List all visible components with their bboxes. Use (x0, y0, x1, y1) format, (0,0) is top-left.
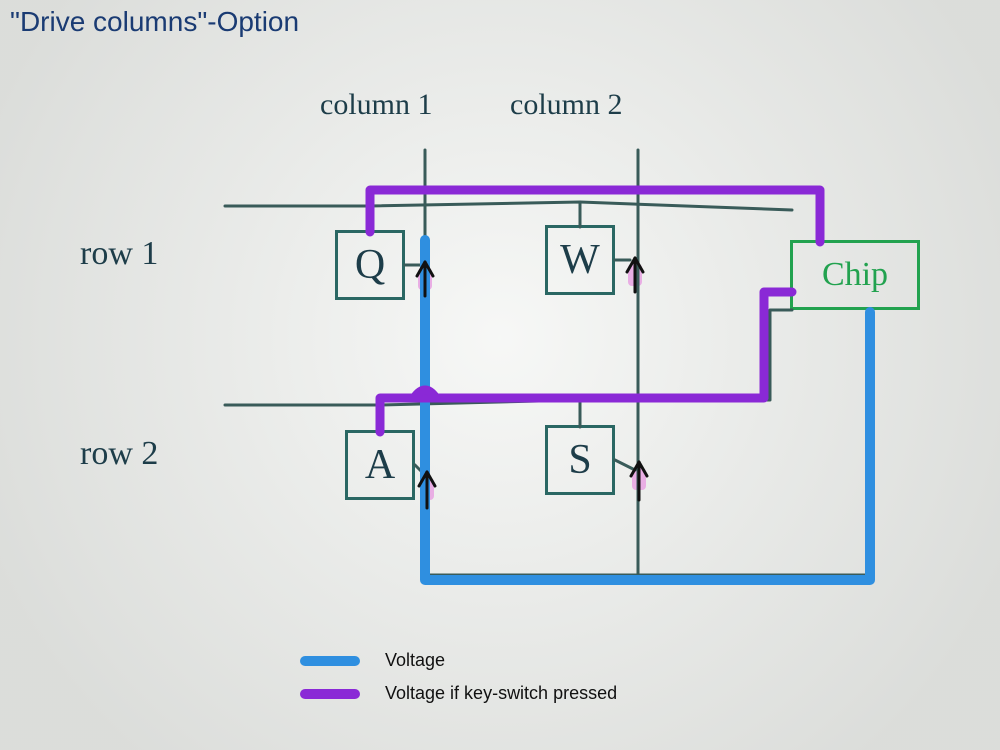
wiring-svg (0, 0, 1000, 750)
legend-label-voltage: Voltage (385, 650, 445, 671)
legend-swatch-voltage (300, 656, 360, 666)
legend-label-pressed: Voltage if key-switch pressed (385, 683, 617, 704)
legend-swatch-pressed (300, 689, 360, 699)
legend-row-voltage: Voltage (300, 650, 617, 671)
legend-row-pressed: Voltage if key-switch pressed (300, 683, 617, 704)
legend: Voltage Voltage if key-switch pressed (300, 650, 617, 716)
